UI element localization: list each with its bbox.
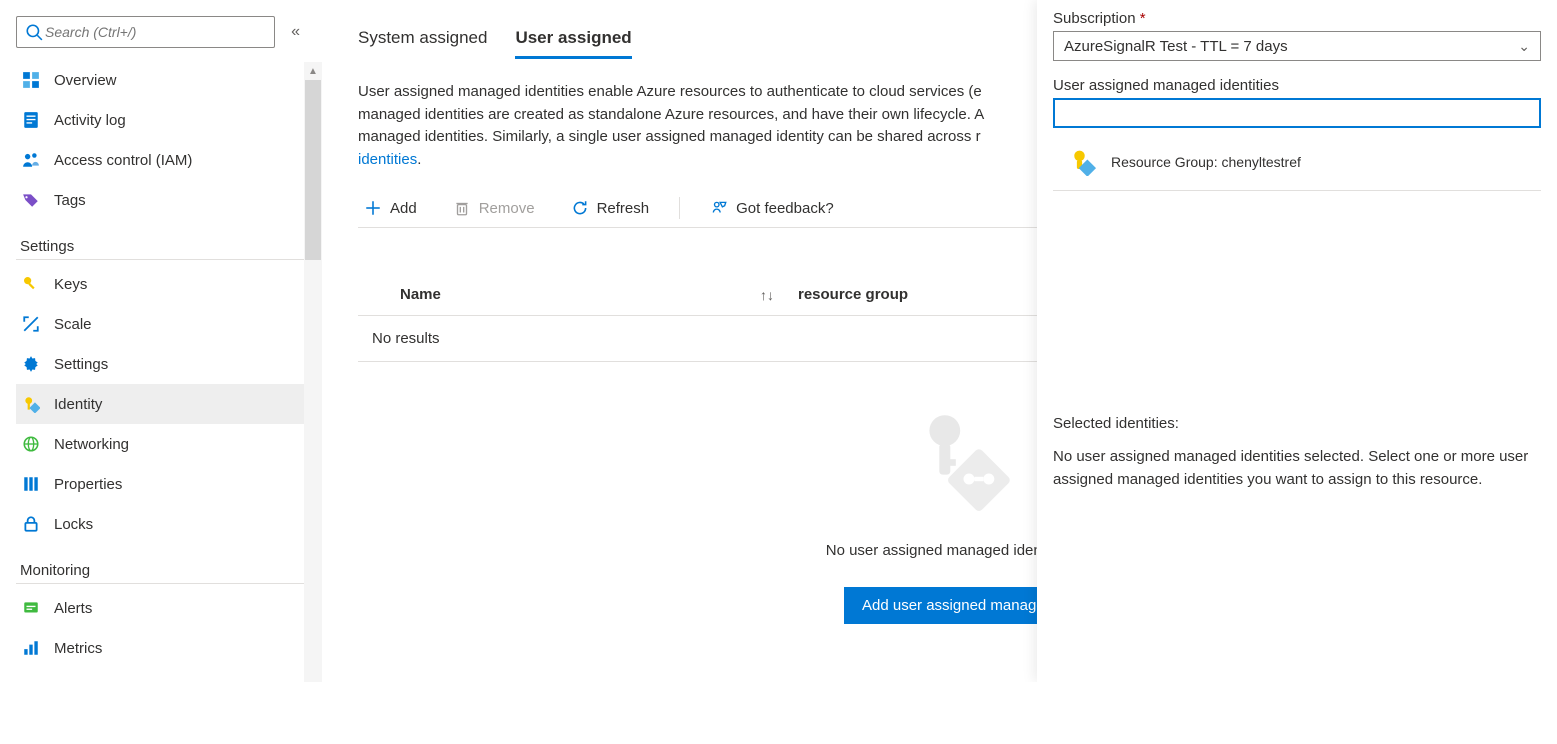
sort-icon[interactable]: ↑↓ bbox=[760, 287, 774, 303]
collapse-sidebar-button[interactable]: « bbox=[287, 19, 304, 45]
column-name[interactable]: Name bbox=[400, 286, 441, 303]
sidebar-item-label: Tags bbox=[54, 192, 86, 209]
sidebar-item-identity[interactable]: Identity bbox=[16, 384, 304, 424]
sidebar-item-label: Overview bbox=[54, 72, 117, 89]
selected-identities-header: Selected identities: bbox=[1053, 415, 1541, 432]
sidebar-item-alerts[interactable]: Alerts bbox=[16, 588, 304, 628]
sidebar-item-networking[interactable]: Networking bbox=[16, 424, 304, 464]
sidebar-item-scale[interactable]: Scale bbox=[16, 304, 304, 344]
sidebar-item-label: Keys bbox=[54, 276, 87, 293]
alerts-icon bbox=[22, 599, 40, 617]
networking-icon bbox=[22, 435, 40, 453]
metrics-icon bbox=[22, 639, 40, 657]
plus-icon bbox=[364, 199, 382, 217]
sidebar-item-label: Scale bbox=[54, 316, 92, 333]
keys-icon bbox=[22, 275, 40, 293]
subscription-label: Subscription * bbox=[1053, 10, 1541, 27]
sidebar-item-tags[interactable]: Tags bbox=[16, 180, 304, 220]
uami-label: User assigned managed identities bbox=[1053, 77, 1541, 94]
add-button[interactable]: Add bbox=[358, 198, 423, 218]
main-content: System assigned User assigned User assig… bbox=[310, 0, 1557, 682]
resource-group-label: Resource Group: chenyltestref bbox=[1111, 154, 1301, 170]
sidebar-item-label: Settings bbox=[54, 356, 108, 373]
scale-icon bbox=[22, 315, 40, 333]
column-resource-group[interactable]: resource group bbox=[798, 286, 908, 303]
learn-more-link[interactable]: identities bbox=[358, 151, 417, 168]
refresh-button[interactable]: Refresh bbox=[565, 198, 656, 218]
sidebar-section-monitoring: Monitoring bbox=[20, 562, 304, 579]
identity-icon bbox=[22, 395, 40, 413]
required-asterisk: * bbox=[1140, 10, 1146, 27]
sidebar-item-locks[interactable]: Locks bbox=[16, 504, 304, 544]
resource-group-option[interactable]: Resource Group: chenyltestref bbox=[1053, 146, 1541, 191]
uami-search-input[interactable] bbox=[1053, 98, 1541, 128]
remove-button: Remove bbox=[447, 198, 541, 218]
sidebar-item-keys[interactable]: Keys bbox=[16, 264, 304, 304]
description-line: managed identities are created as standa… bbox=[358, 106, 984, 123]
sidebar-section-settings: Settings bbox=[20, 238, 304, 255]
gear-icon bbox=[22, 355, 40, 373]
sidebar-item-label: Metrics bbox=[54, 640, 102, 657]
identity-icon bbox=[1069, 148, 1097, 176]
sidebar-item-label: Identity bbox=[54, 396, 102, 413]
label-text: Subscription bbox=[1053, 10, 1136, 27]
description-line: managed identities. Similarly, a single … bbox=[358, 128, 981, 145]
search-input-wrap[interactable] bbox=[16, 16, 275, 48]
sidebar-item-metrics[interactable]: Metrics bbox=[16, 628, 304, 668]
tags-icon bbox=[22, 191, 40, 209]
sidebar-item-label: Access control (IAM) bbox=[54, 152, 192, 169]
feedback-icon bbox=[710, 199, 728, 217]
sidebar-item-label: Alerts bbox=[54, 600, 92, 617]
toolbar-label: Remove bbox=[479, 200, 535, 217]
lock-icon bbox=[22, 515, 40, 533]
properties-icon bbox=[22, 475, 40, 493]
period: . bbox=[417, 151, 421, 168]
sidebar-item-label: Locks bbox=[54, 516, 93, 533]
sidebar-item-activity-log[interactable]: Activity log bbox=[16, 100, 304, 140]
iam-icon bbox=[22, 151, 40, 169]
search-icon bbox=[25, 23, 43, 41]
toolbar-label: Refresh bbox=[597, 200, 650, 217]
refresh-icon bbox=[571, 199, 589, 217]
sidebar-item-label: Networking bbox=[54, 436, 129, 453]
subscription-dropdown[interactable]: AzureSignalR Test - TTL = 7 days ⌄ bbox=[1053, 31, 1541, 61]
divider bbox=[16, 259, 304, 260]
empty-illustration bbox=[903, 402, 1013, 512]
toolbar-label: Add bbox=[390, 200, 417, 217]
activity-log-icon bbox=[22, 111, 40, 129]
sidebar-item-label: Properties bbox=[54, 476, 122, 493]
toolbar-label: Got feedback? bbox=[736, 200, 834, 217]
feedback-button[interactable]: Got feedback? bbox=[704, 198, 840, 218]
trash-icon bbox=[453, 199, 471, 217]
selected-identities-empty-text: No user assigned managed identities sele… bbox=[1053, 446, 1541, 491]
sidebar-item-label: Activity log bbox=[54, 112, 126, 129]
sidebar: « Overview Activity log Access control (… bbox=[0, 0, 310, 682]
search-input[interactable] bbox=[43, 23, 266, 41]
add-identity-panel: Subscription * AzureSignalR Test - TTL =… bbox=[1037, 0, 1557, 682]
sidebar-item-access-control[interactable]: Access control (IAM) bbox=[16, 140, 304, 180]
description-line: User assigned managed identities enable … bbox=[358, 83, 982, 100]
sidebar-item-settings[interactable]: Settings bbox=[16, 344, 304, 384]
sidebar-item-properties[interactable]: Properties bbox=[16, 464, 304, 504]
tab-system-assigned[interactable]: System assigned bbox=[358, 28, 487, 59]
tab-user-assigned[interactable]: User assigned bbox=[515, 28, 631, 59]
divider bbox=[16, 583, 304, 584]
sidebar-item-overview[interactable]: Overview bbox=[16, 60, 304, 100]
overview-icon bbox=[22, 71, 40, 89]
chevron-down-icon: ⌄ bbox=[1518, 38, 1530, 55]
toolbar-separator bbox=[679, 197, 680, 219]
subscription-value: AzureSignalR Test - TTL = 7 days bbox=[1064, 38, 1288, 55]
